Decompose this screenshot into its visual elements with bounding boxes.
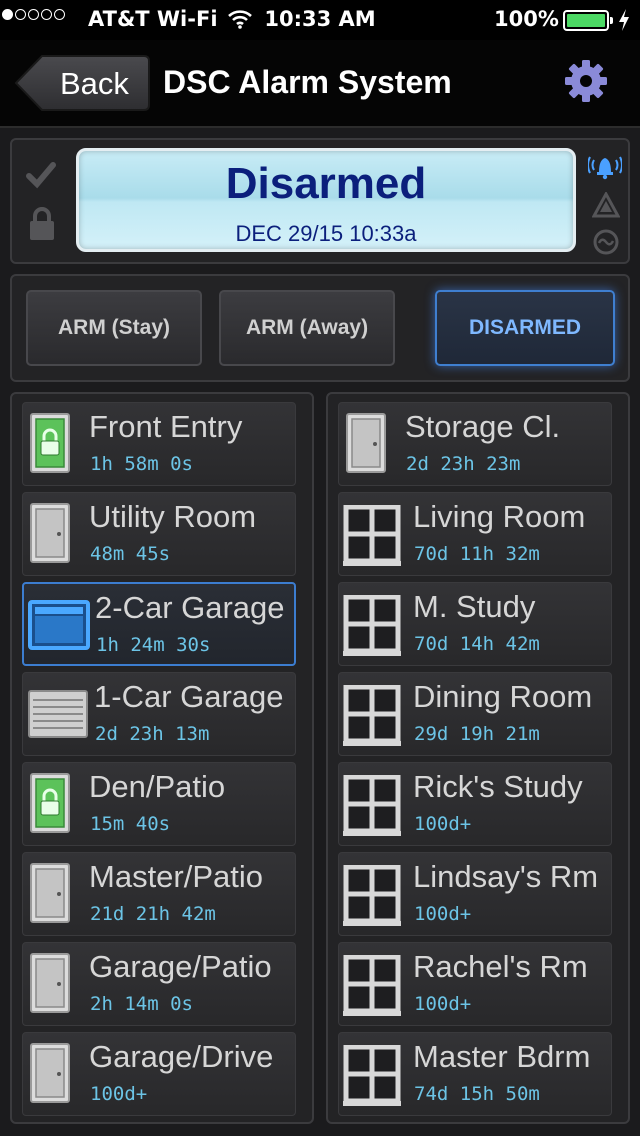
zone-name: 1-Car Garage	[94, 679, 284, 714]
zone-tile-garage-patio[interactable]: Garage/Patio 2h 14m 0s	[22, 942, 296, 1026]
locked-door-icon	[30, 773, 70, 837]
zone-tile-2-car-garage[interactable]: 2-Car Garage 1h 24m 30s	[22, 582, 296, 666]
zone-name: Master Bdrm	[413, 1039, 591, 1074]
zone-tile-1-car-garage[interactable]: 1-Car Garage 2d 23h 13m	[22, 672, 296, 756]
zone-time: 2d 23h 13m	[95, 723, 210, 745]
zone-tile-front-entry[interactable]: Front Entry 1h 58m 0s	[22, 402, 296, 486]
zone-time: 1h 58m 0s	[90, 453, 193, 475]
window-icon	[343, 1044, 401, 1111]
zone-tile-living-room[interactable]: Living Room 70d 11h 32m	[338, 492, 612, 576]
zone-time: 74d 15h 50m	[414, 1083, 540, 1105]
zone-time: 2h 14m 0s	[90, 993, 193, 1015]
garage-closed-icon	[27, 689, 89, 743]
garage-open-icon	[28, 600, 90, 654]
back-button-label: Back	[60, 66, 129, 101]
zone-time: 2d 23h 23m	[406, 453, 521, 475]
door-icon	[30, 953, 70, 1017]
window-icon	[343, 684, 401, 751]
trouble-triangle-icon	[591, 190, 621, 222]
zones-left-column: Front Entry 1h 58m 0s Utility Room 48m 45s 2…	[10, 392, 314, 1124]
battery-icon	[563, 10, 613, 31]
zone-tile-dining-room[interactable]: Dining Room 29d 19h 21m	[338, 672, 612, 756]
zone-time: 100d+	[90, 1083, 148, 1105]
status-bar: AT&T Wi-Fi 10:33 AM 100%	[0, 0, 640, 40]
zone-tile-m-study[interactable]: M. Study 70d 14h 42m	[338, 582, 612, 666]
back-button[interactable]: Back	[14, 54, 150, 112]
zone-name: Storage Cl.	[405, 409, 561, 444]
gear-icon[interactable]	[563, 58, 609, 108]
ready-check-icon	[26, 160, 56, 194]
zone-tile-lindsay-s-rm[interactable]: Lindsay's Rm 100d+	[338, 852, 612, 936]
alarm-status-display: Disarmed DEC 29/15 10:33a	[76, 148, 576, 252]
zone-tile-den-patio[interactable]: Den/Patio 15m 40s	[22, 762, 296, 846]
door-icon	[30, 503, 70, 567]
door-icon	[30, 1043, 70, 1107]
zone-time: 48m 45s	[90, 543, 171, 565]
door-icon	[346, 413, 386, 477]
window-icon	[343, 774, 401, 841]
zone-time: 29d 19h 21m	[414, 723, 540, 745]
zone-time: 15m 40s	[90, 813, 171, 835]
zone-name: Den/Patio	[89, 769, 226, 804]
battery-percent: 100%	[494, 7, 559, 31]
zone-name: Garage/Drive	[89, 1039, 274, 1074]
arm-stay-button[interactable]: ARM (Stay)	[26, 290, 202, 366]
zone-time: 1h 24m 30s	[96, 634, 211, 656]
disarmed-button[interactable]: DISARMED	[435, 290, 615, 366]
ac-power-icon	[592, 228, 620, 260]
zone-name: Dining Room	[413, 679, 593, 714]
charging-bolt-icon	[617, 8, 631, 37]
zone-tile-utility-room[interactable]: Utility Room 48m 45s	[22, 492, 296, 576]
window-icon	[343, 594, 401, 661]
window-icon	[343, 954, 401, 1021]
zone-tile-rachel-s-rm[interactable]: Rachel's Rm 100d+	[338, 942, 612, 1026]
zone-tile-garage-drive[interactable]: Garage/Drive 100d+	[22, 1032, 296, 1116]
zone-name: Front Entry	[89, 409, 243, 444]
zone-tile-storage-cl[interactable]: Storage Cl. 2d 23h 23m	[338, 402, 612, 486]
zone-time: 70d 14h 42m	[414, 633, 540, 655]
zone-time: 70d 11h 32m	[414, 543, 540, 565]
zone-tile-rick-s-study[interactable]: Rick's Study 100d+	[338, 762, 612, 846]
zone-time: 21d 21h 42m	[90, 903, 216, 925]
zones-right-column: Storage Cl. 2d 23h 23m Living Room 70d 11h …	[326, 392, 630, 1124]
zone-time: 100d+	[414, 993, 472, 1015]
zone-name: 2-Car Garage	[95, 590, 285, 625]
arm-mode-panel: ARM (Stay) ARM (Away) DISARMED	[10, 274, 630, 382]
zone-name: Utility Room	[89, 499, 257, 534]
armed-lock-icon	[28, 206, 56, 246]
alarm-state: Disarmed	[225, 159, 427, 208]
zone-name: M. Study	[413, 589, 536, 624]
status-panel: Disarmed DEC 29/15 10:33a	[10, 138, 630, 264]
zone-name: Garage/Patio	[89, 949, 272, 984]
page-title: DSC Alarm System	[163, 64, 452, 100]
locked-door-icon	[30, 413, 70, 477]
zone-name: Living Room	[413, 499, 586, 534]
zone-time: 100d+	[414, 903, 472, 925]
zone-tile-master-bdrm[interactable]: Master Bdrm 74d 15h 50m	[338, 1032, 612, 1116]
navigation-bar: Back DSC Alarm System	[0, 40, 640, 128]
zone-name: Rachel's Rm	[413, 949, 588, 984]
arm-away-button[interactable]: ARM (Away)	[219, 290, 395, 366]
status-datetime: DEC 29/15 10:33a	[235, 221, 417, 246]
zone-name: Master/Patio	[89, 859, 264, 894]
door-icon	[30, 863, 70, 927]
zone-name: Rick's Study	[413, 769, 583, 804]
zone-time: 100d+	[414, 813, 472, 835]
zone-name: Lindsay's Rm	[413, 859, 599, 894]
alarm-bell-icon	[587, 152, 623, 184]
window-icon	[343, 864, 401, 931]
window-icon	[343, 504, 401, 571]
zone-tile-master-patio[interactable]: Master/Patio 21d 21h 42m	[22, 852, 296, 936]
